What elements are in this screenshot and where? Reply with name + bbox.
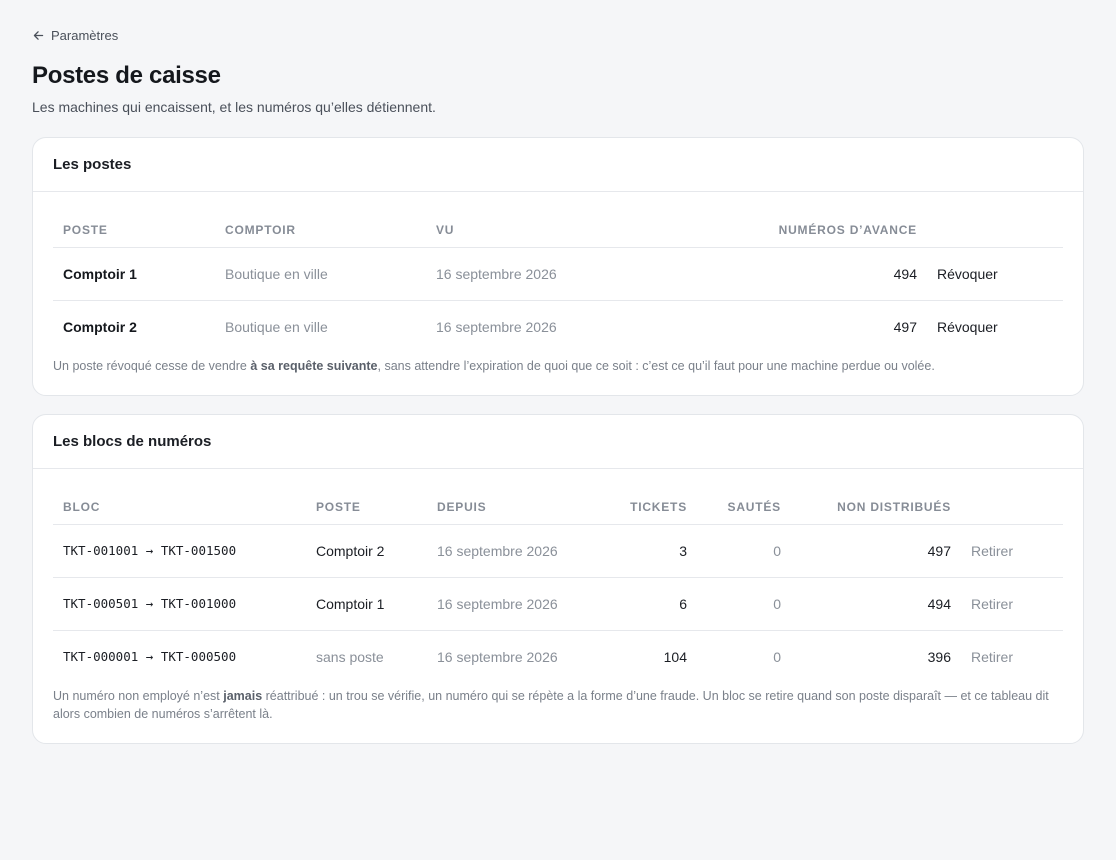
col-header-poste: Poste [53,192,215,248]
revoke-button[interactable]: Révoquer [937,266,998,282]
bloc-depuis: 16 septembre 2026 [427,577,577,631]
retire-button[interactable]: Retirer [971,649,1013,665]
col-header-action [927,192,1063,248]
bloc-tickets: 104 [663,648,687,665]
note-emphasis: à sa requête suivante [250,359,378,373]
poste-vu: 16 septembre 2026 [426,247,626,301]
col-header-non-distribues: Non distribués [791,469,961,525]
note-text: Un poste révoqué cesse de vendre [53,359,251,373]
blocs-table: Bloc Poste Depuis Tickets Sautés Non dis… [53,469,1063,683]
col-header-bloc: Bloc [53,469,306,525]
postes-card: Les postes Poste Comptoir Vu Numéros d’a… [32,137,1084,396]
col-header-avance: Numéros d’avance [626,192,927,248]
col-header-action [961,469,1063,525]
bloc-non-distribues: 497 [791,524,961,578]
note-text: , sans attendre l’expiration de quoi que… [377,359,935,373]
bloc-tickets: 3 [577,524,697,578]
bloc-poste: Comptoir 1 [306,577,427,631]
col-header-vu: Vu [426,192,626,248]
bloc-range: TKT-000501 → TKT-001000 [53,577,306,631]
bloc-poste: Comptoir 2 [306,524,427,578]
table-row: TKT-000501 → TKT-001000 Comptoir 1 16 se… [53,577,1063,631]
blocs-card-title: Les blocs de numéros [33,415,1083,469]
table-row: Comptoir 2 Boutique en ville 16 septembr… [53,300,1063,353]
bloc-sautes: 0 [697,577,791,631]
col-header-tickets: Tickets [577,469,697,525]
poste-comptoir: Boutique en ville [215,247,426,301]
bloc-depuis: 16 septembre 2026 [427,524,577,578]
back-link[interactable]: Paramètres [32,28,118,43]
col-header-poste: Poste [306,469,427,525]
arrow-left-icon [33,31,44,40]
poste-avance: 494 [626,247,927,301]
revoke-button[interactable]: Révoquer [937,319,998,335]
retire-button[interactable]: Retirer [971,543,1013,559]
bloc-range: TKT-001001 → TKT-001500 [53,524,306,578]
table-row: TKT-001001 → TKT-001500 Comptoir 2 16 se… [53,524,1063,578]
note-emphasis: jamais [223,689,263,703]
poste-vu: 16 septembre 2026 [436,318,557,335]
poste-comptoir: Boutique en ville [225,318,328,335]
poste-name: Comptoir 1 [53,247,215,301]
postes-card-title: Les postes [33,138,1083,192]
page-subtitle: Les machines qui encaissent, et les numé… [32,99,436,115]
postes-table: Poste Comptoir Vu Numéros d’avance Compt… [53,192,1063,353]
blocs-note: Un numéro non employé n’est jamais réatt… [53,687,1063,723]
bloc-tickets: 6 [577,577,697,631]
bloc-sautes: 0 [773,648,781,665]
bloc-range: TKT-000001 → TKT-000500 [63,649,237,665]
col-header-depuis: Depuis [427,469,577,525]
blocs-card: Les blocs de numéros Bloc Poste Depuis T… [32,414,1084,744]
page-title: Postes de caisse [32,62,221,89]
col-header-sautes: Sautés [697,469,791,525]
bloc-non-distribues: 396 [927,648,951,665]
back-link-label: Paramètres [51,28,119,43]
poste-name: Comptoir 2 [63,318,137,335]
bloc-poste: sans poste [316,648,384,665]
poste-avance: 497 [893,318,917,335]
page: Paramètres Postes de caisse Les machines… [0,0,1116,744]
note-text: Un numéro non employé n’est [53,689,224,703]
bloc-depuis: 16 septembre 2026 [437,648,558,665]
table-row: TKT-000001 → TKT-000500 sans poste 16 se… [53,630,1063,683]
table-row: Comptoir 1 Boutique en ville 16 septembr… [53,247,1063,301]
bloc-non-distribues: 494 [791,577,961,631]
postes-note: Un poste révoqué cesse de vendre à sa re… [53,357,1063,375]
retire-button[interactable]: Retirer [971,596,1013,612]
col-header-comptoir: Comptoir [215,192,426,248]
bloc-sautes: 0 [697,524,791,578]
